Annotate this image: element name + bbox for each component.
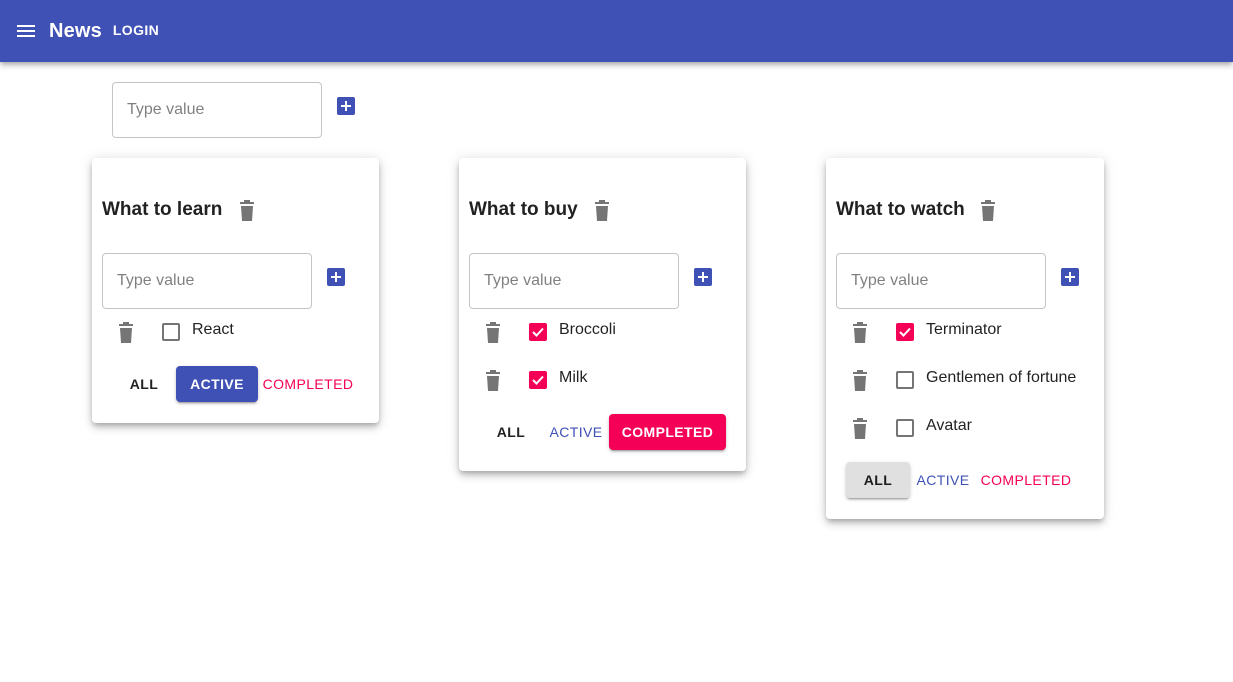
todolist-title: What to learn <box>102 199 223 220</box>
task-checkbox[interactable] <box>896 323 914 341</box>
todolist-card: What to learn React ALL ACTIVE COMPLETED <box>92 158 379 423</box>
add-task-field <box>102 253 312 309</box>
filter-completed-button[interactable]: COMPLETED <box>978 462 1074 498</box>
task-row: Gentlemen of fortune <box>826 368 1104 392</box>
delete-icon[interactable] <box>237 200 257 222</box>
todolist-title: What to watch <box>836 199 965 220</box>
task-checkbox[interactable] <box>529 323 547 341</box>
delete-icon[interactable] <box>850 322 870 344</box>
task-checkbox[interactable] <box>896 371 914 389</box>
task-label: React <box>192 321 234 338</box>
delete-icon[interactable] <box>978 200 998 222</box>
task-label: Broccoli <box>559 321 616 338</box>
add-task-field <box>469 253 679 309</box>
app-bar: News LOGIN <box>0 0 1233 62</box>
add-box-icon[interactable] <box>694 268 712 286</box>
add-task-input[interactable] <box>470 254 678 308</box>
todolist-card: What to watch Terminator Gentlemen of fo… <box>826 158 1104 519</box>
add-task-input[interactable] <box>837 254 1045 308</box>
add-box-icon[interactable] <box>327 268 345 286</box>
task-checkbox[interactable] <box>529 371 547 389</box>
task-label: Terminator <box>926 321 1002 338</box>
login-button[interactable]: LOGIN <box>113 22 159 38</box>
task-checkbox[interactable] <box>896 419 914 437</box>
delete-icon[interactable] <box>850 370 870 392</box>
task-row: Avatar <box>826 416 1104 440</box>
menu-icon[interactable] <box>14 19 38 43</box>
todolist-card: What to buy Broccoli Milk ALL ACTIVE COM… <box>459 158 746 471</box>
new-list-field <box>112 82 322 138</box>
new-list-input[interactable] <box>113 83 321 137</box>
delete-icon[interactable] <box>483 322 503 344</box>
filter-active-button[interactable]: ACTIVE <box>543 414 609 450</box>
filter-completed-button[interactable]: COMPLETED <box>262 366 354 402</box>
add-task-field <box>836 253 1046 309</box>
filter-active-button[interactable]: ACTIVE <box>176 366 258 402</box>
task-label: Avatar <box>926 417 972 434</box>
delete-icon[interactable] <box>116 322 136 344</box>
filter-completed-button[interactable]: COMPLETED <box>609 414 726 450</box>
todolist-title: What to buy <box>469 199 578 220</box>
task-label: Milk <box>559 369 588 386</box>
add-box-icon[interactable] <box>1061 268 1079 286</box>
task-row: React <box>92 320 379 344</box>
task-row: Broccoli <box>459 320 746 344</box>
add-box-icon[interactable] <box>337 97 355 115</box>
filter-all-button[interactable]: ALL <box>489 414 533 450</box>
filter-all-button[interactable]: ALL <box>122 366 166 402</box>
delete-icon[interactable] <box>483 370 503 392</box>
task-row: Milk <box>459 368 746 392</box>
delete-icon[interactable] <box>850 418 870 440</box>
task-checkbox[interactable] <box>162 323 180 341</box>
filter-active-button[interactable]: ACTIVE <box>910 462 976 498</box>
task-row: Terminator <box>826 320 1104 344</box>
task-label: Gentlemen of fortune <box>926 369 1077 386</box>
delete-icon[interactable] <box>592 200 612 222</box>
app-title: News <box>49 19 102 42</box>
add-task-input[interactable] <box>103 254 311 308</box>
filter-all-button[interactable]: ALL <box>846 462 910 498</box>
